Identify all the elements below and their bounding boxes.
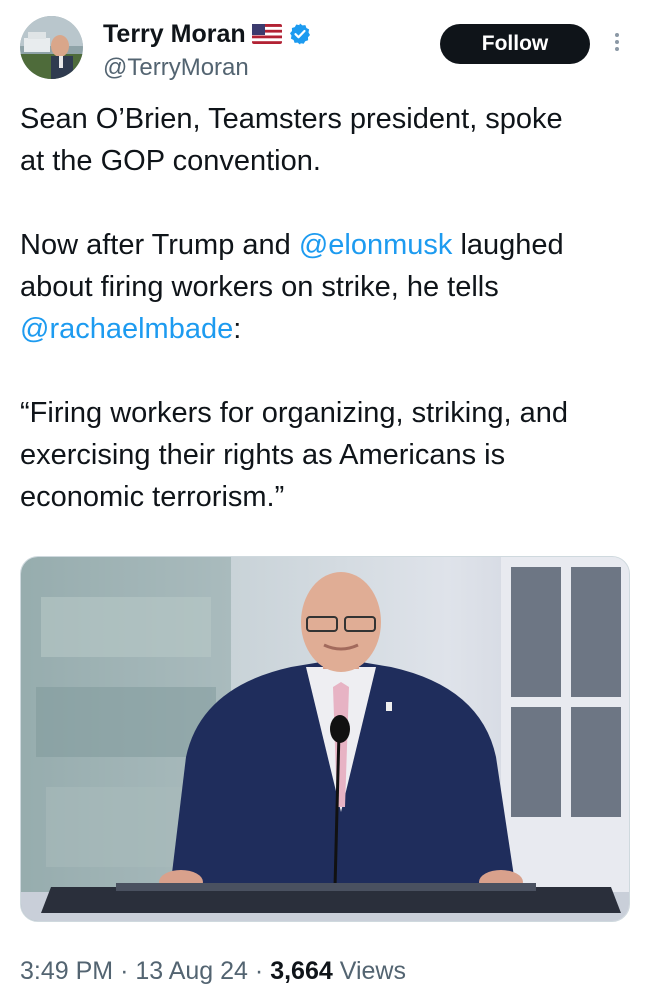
tweet-text-segment: Now after Trump and [20,229,299,261]
photo-image [21,557,629,921]
tweet-text: Sean O’Brien, Teamsters president, spoke… [20,98,630,560]
tweet-photo[interactable] [20,556,630,922]
meta-separator: · [120,957,129,985]
us-flag-icon [251,24,282,44]
mention-link-rachaelmbade[interactable]: @rachaelmbade [20,313,233,345]
author-display-name[interactable]: Terry Moran [103,20,246,48]
views-count[interactable]: 3,664 [270,957,333,985]
tweet-time[interactable]: 3:49 PM [20,957,113,985]
meta-separator: · [254,957,264,985]
verified-badge-icon [288,22,312,46]
follow-button[interactable]: Follow [440,24,590,64]
mention-link-elonmusk[interactable]: @elonmusk [299,229,453,261]
avatar-image [20,16,83,79]
tweet-paragraph-2: Now after Trump and @elonmusk laughed ab… [20,224,620,350]
tweet-paragraph-1: Sean O’Brien, Teamsters president, spoke… [20,103,563,177]
tweet-page: Terry Moran @TerryMoran Follow Sean O’Br… [0,0,649,1000]
tweet-date[interactable]: 13 Aug 24 [135,957,248,985]
tweet-text-segment: : [233,313,242,345]
more-options-icon[interactable] [610,30,624,58]
tweet-metadata: 3:49 PM · 13 Aug 24 · 3,664 Views [20,955,406,987]
views-label: Views [339,957,406,985]
author-avatar[interactable] [20,16,83,79]
tweet-header: Terry Moran @TerryMoran Follow [20,16,630,86]
author-handle[interactable]: @TerryMoran [103,54,249,82]
tweet-paragraph-3: “Firing workers for organizing, striking… [20,397,568,513]
author-name-row: Terry Moran [103,20,312,48]
